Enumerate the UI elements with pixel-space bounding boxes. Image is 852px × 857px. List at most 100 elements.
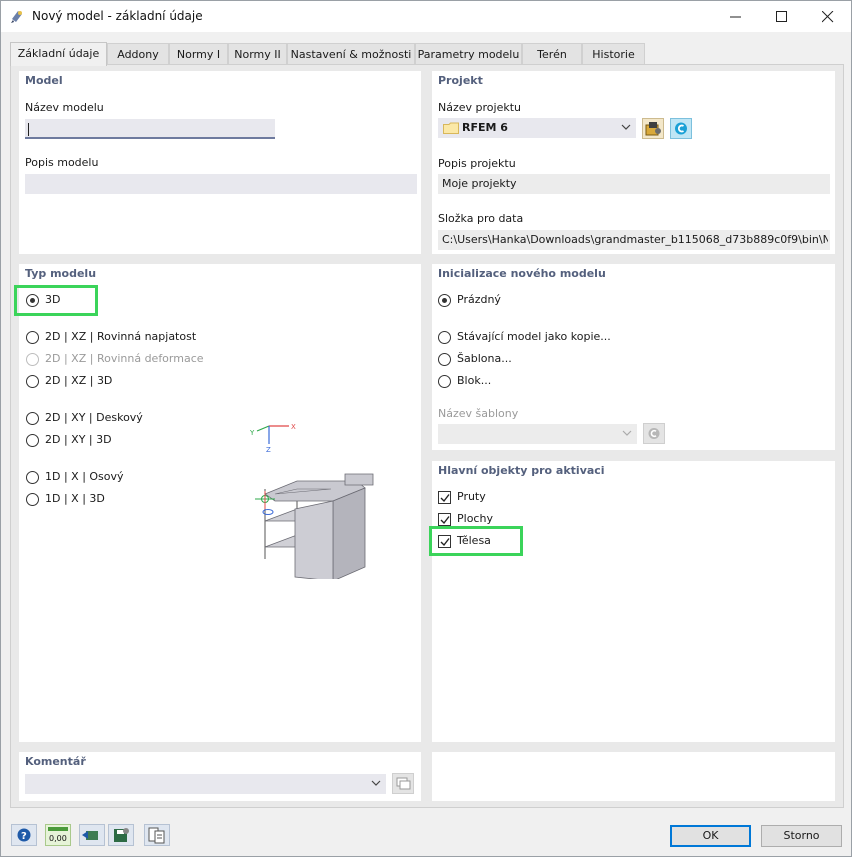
project-manager-icon	[645, 122, 661, 136]
units-button[interactable]: 0,00	[45, 824, 71, 846]
title-bar: Nový model - základní údaje	[1, 1, 851, 32]
maximize-icon	[776, 11, 787, 22]
document-button[interactable]	[144, 824, 170, 846]
tab-normy-2[interactable]: Normy II	[228, 43, 287, 65]
project-manager-button[interactable]	[642, 118, 664, 139]
app-icon	[11, 11, 22, 23]
radio-2d-xy-deskovy-label: 2D | XY | Deskový	[45, 411, 143, 424]
axis-z-label: Z	[266, 446, 271, 454]
dlubal-center-icon	[675, 122, 687, 135]
maximize-button[interactable]	[759, 1, 805, 32]
radio-2d-xz-napjatost-label: 2D | XZ | Rovinná napjatost	[45, 330, 197, 343]
checkbox-pruty-label: Pruty	[457, 490, 486, 503]
project-panel: Projekt Název projektu RFEM 6 Popis proj…	[432, 71, 835, 254]
close-icon	[822, 11, 834, 23]
tab-historie[interactable]: Historie	[582, 43, 645, 65]
data-folder-label: Složka pro data	[438, 212, 524, 225]
window-title: Nový model - základní údaje	[32, 9, 203, 23]
project-select[interactable]: RFEM 6	[438, 118, 636, 138]
dialog-window: Nový model - základní údaje Základní úda…	[0, 0, 852, 857]
radio-1d-x-osovy[interactable]	[26, 471, 39, 484]
tab-nastaveni[interactable]: Nastavení & možnosti	[287, 43, 415, 65]
radio-sablona[interactable]	[438, 353, 451, 366]
dlubal-center-button[interactable]	[670, 118, 692, 139]
init-panel: Inicializace nového modelu Prázdný Stáva…	[432, 264, 835, 450]
template-name-label: Název šablony	[438, 407, 519, 420]
model-description-label: Popis modelu	[25, 156, 99, 169]
model-section-title: Model	[25, 74, 63, 87]
document-icon	[148, 827, 165, 844]
model-name-input[interactable]	[25, 119, 275, 139]
ok-button[interactable]: OK	[670, 825, 751, 847]
project-name-label: Název projektu	[438, 101, 521, 114]
tab-zakladni-udaje[interactable]: Základní údaje	[10, 42, 107, 66]
chevron-down-icon	[371, 780, 381, 786]
objects-panel: Hlavní objekty pro aktivaci Pruty Plochy…	[429, 461, 835, 742]
data-folder-field: C:\Users\Hanka\Downloads\grandmaster_b11…	[438, 230, 830, 250]
tab-content: Model Název modelu Popis modelu Projekt …	[10, 64, 844, 808]
radio-blok[interactable]	[438, 375, 451, 388]
radio-prazdny[interactable]	[438, 294, 451, 307]
text-caret	[28, 123, 29, 136]
template-select	[438, 424, 637, 444]
checkbox-plochy-label: Plochy	[457, 512, 493, 525]
svg-text:0,00: 0,00	[49, 834, 67, 843]
model-description-input[interactable]	[25, 174, 417, 194]
radio-1d-x-3d[interactable]	[26, 493, 39, 506]
radio-1d-x-osovy-label: 1D | X | Osový	[45, 470, 124, 483]
comment-section-title: Komentář	[25, 755, 86, 768]
minimize-icon	[730, 16, 741, 18]
template-browse-icon	[648, 428, 660, 439]
highlight-box	[14, 285, 98, 316]
radio-kopie[interactable]	[438, 331, 451, 344]
tab-teren[interactable]: Terén	[522, 43, 582, 65]
checkbox-pruty[interactable]	[438, 491, 451, 504]
tab-normy-1[interactable]: Normy I	[169, 43, 228, 65]
comment-select[interactable]	[25, 774, 386, 794]
tab-addony[interactable]: Addony	[107, 43, 169, 65]
model-3d-illustration	[255, 473, 374, 579]
radio-2d-xz-deformace	[26, 353, 39, 366]
project-section-title: Projekt	[438, 74, 483, 87]
axes-icon: X Y Z	[249, 423, 296, 454]
project-description-label: Popis projektu	[438, 157, 516, 170]
project-description-field: Moje projekty	[438, 174, 830, 194]
tab-parametry-modelu[interactable]: Parametry modelu	[415, 43, 522, 65]
radio-2d-xz-3d[interactable]	[26, 375, 39, 388]
save-defaults-button[interactable]	[108, 824, 134, 846]
radio-2d-xy-3d-label: 2D | XY | 3D	[45, 433, 112, 446]
checkmark-icon	[440, 516, 450, 525]
radio-prazdny-label: Prázdný	[457, 293, 501, 306]
radio-kopie-label: Stávající model jako kopie...	[457, 330, 611, 343]
chevron-down-icon	[622, 430, 632, 436]
import-button[interactable]	[79, 824, 105, 846]
chevron-down-icon	[621, 124, 631, 130]
copy-icon	[396, 777, 411, 790]
save-icon	[114, 828, 129, 842]
comment-library-button[interactable]	[392, 773, 414, 794]
checkmark-icon	[440, 494, 450, 503]
axis-x-label: X	[291, 423, 296, 431]
svg-text:?: ?	[21, 831, 27, 842]
help-icon: ?	[17, 828, 31, 842]
minimize-button[interactable]	[713, 1, 759, 32]
folder-icon	[443, 122, 459, 134]
radio-2d-xy-3d[interactable]	[26, 434, 39, 447]
model-type-panel: Typ modelu 3D 2D | XZ | Rovinná napjatos…	[14, 264, 421, 742]
radio-sablona-label: Šablona...	[457, 352, 512, 365]
radio-blok-label: Blok...	[457, 374, 492, 387]
model-name-label: Název modelu	[25, 101, 104, 114]
comment-panel: Komentář	[19, 752, 421, 801]
radio-2d-xz-3d-label: 2D | XZ | 3D	[45, 374, 113, 387]
radio-2d-xz-napjatost[interactable]	[26, 331, 39, 344]
help-button[interactable]: ?	[11, 824, 37, 846]
template-browse-button	[643, 423, 665, 444]
radio-2d-xy-deskovy[interactable]	[26, 412, 39, 425]
init-section-title: Inicializace nového modelu	[438, 267, 606, 280]
radio-2d-xz-deformace-label: 2D | XZ | Rovinná deformace	[45, 352, 204, 365]
checkbox-plochy[interactable]	[438, 513, 451, 526]
close-button[interactable]	[805, 1, 851, 32]
objects-section-title: Hlavní objekty pro aktivaci	[438, 464, 605, 477]
units-icon: 0,00	[48, 827, 68, 843]
cancel-button[interactable]: Storno	[761, 825, 842, 847]
